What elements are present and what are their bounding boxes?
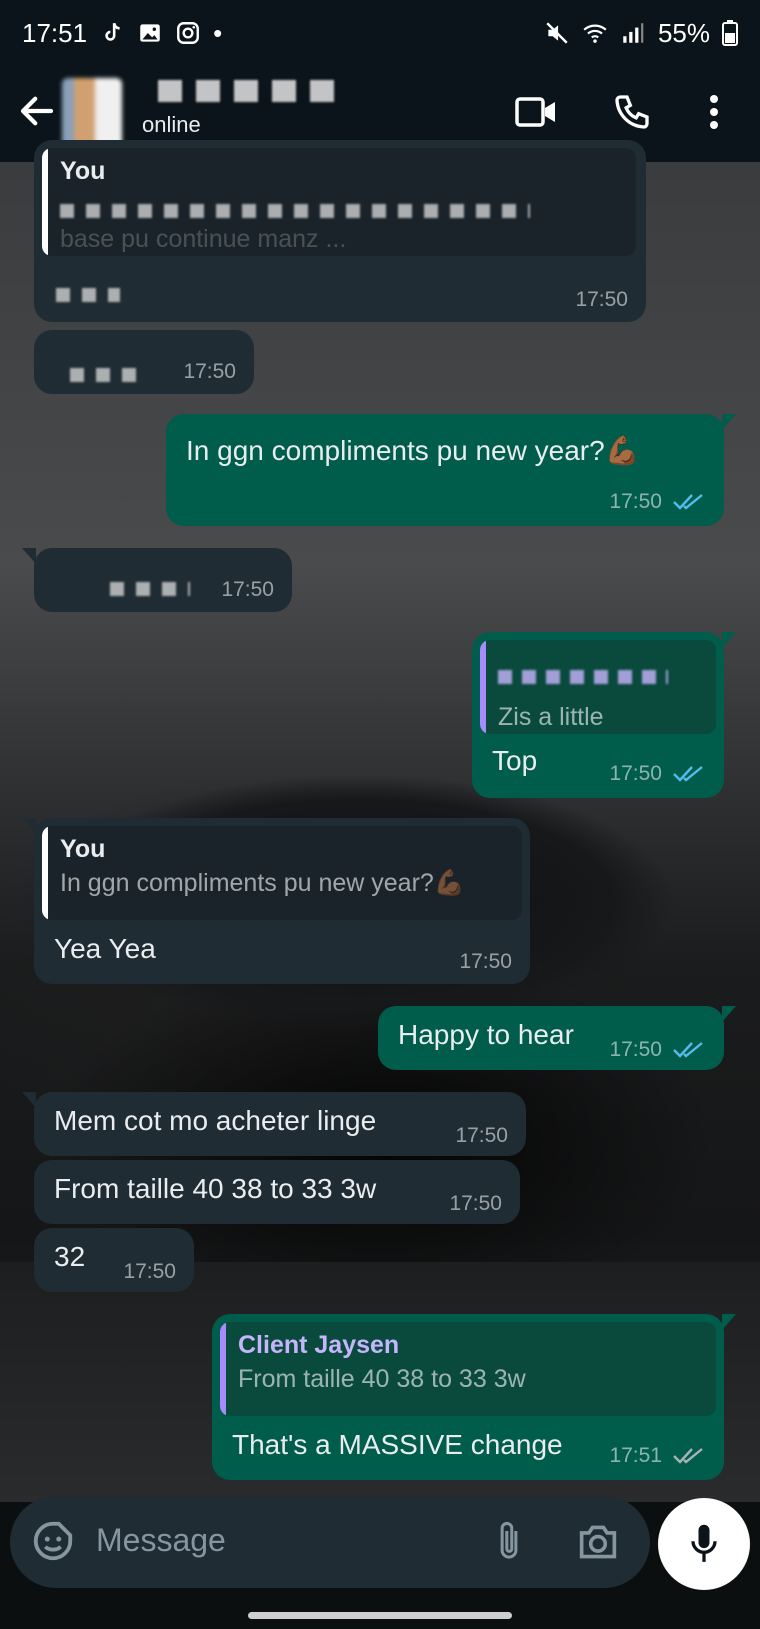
message-bubble-outgoing[interactable]: In ggn compliments pu new year?💪🏾 17:50: [166, 414, 736, 526]
gallery-icon: [140, 24, 160, 42]
message-input[interactable]: Message: [96, 1522, 226, 1559]
gesture-navigation-bar[interactable]: [248, 1612, 512, 1619]
video-camera-icon: [515, 97, 555, 127]
message-bubble-incoming[interactable]: From taille 40 38 to 33 3w 17:50: [34, 1160, 520, 1224]
quoted-text: base pu continue manz ...: [60, 224, 347, 253]
message-bubble-incoming[interactable]: 17:50: [34, 330, 254, 394]
read-receipt-icon: [673, 1042, 703, 1058]
camera-icon[interactable]: [576, 1522, 620, 1562]
read-receipt-icon: [673, 494, 703, 510]
message-time: 17:50: [575, 287, 628, 311]
quoted-text: In ggn compliments pu new year?💪🏾: [60, 869, 465, 897]
read-receipt-icon: [673, 766, 703, 782]
message-text: Happy to hear: [398, 1019, 574, 1050]
message-text: Top: [492, 745, 538, 776]
message-time: 17:51: [609, 1443, 662, 1467]
message-text: Yea Yea: [54, 933, 156, 964]
battery-icon: [722, 20, 738, 46]
message-bubble-incoming[interactable]: 32 17:50: [34, 1228, 194, 1292]
quoted-author-blurred: [498, 658, 702, 692]
message-time: 17:50: [609, 489, 662, 513]
wifi-icon: [583, 24, 607, 43]
message-time: 17:50: [609, 761, 662, 785]
emoji-sticker-icon[interactable]: [30, 1518, 76, 1564]
notification-dot: •: [213, 17, 223, 48]
message-bubble-incoming[interactable]: You In ggn compliments pu new year?💪🏾 Ye…: [22, 818, 530, 984]
message-time: 17:50: [609, 1037, 662, 1061]
message-text: That's a MASSIVE change: [232, 1429, 563, 1460]
message-text: In ggn compliments pu new year?💪🏾: [186, 435, 640, 466]
quoted-message[interactable]: Client Jaysen From taille 40 38 to 33 3w: [220, 1322, 716, 1416]
back-arrow-icon[interactable]: [16, 90, 58, 132]
contact-status: online: [142, 112, 201, 137]
message-time: 17:50: [123, 1259, 176, 1283]
attach-paperclip-icon[interactable]: [492, 1520, 526, 1564]
quoted-message[interactable]: Zis a little: [480, 640, 716, 734]
quoted-text: Zis a little: [498, 702, 604, 731]
status-time: 17:51: [22, 17, 88, 48]
message-time: 17:50: [459, 949, 512, 973]
microphone-icon: [691, 1524, 717, 1562]
phone-icon: [615, 95, 649, 129]
message-composer[interactable]: Message: [10, 1496, 650, 1588]
mute-icon: [546, 22, 568, 44]
message-time: 17:50: [221, 577, 274, 601]
more-options-button[interactable]: [690, 88, 738, 136]
message-bubble-outgoing[interactable]: Happy to hear 17:50: [378, 1006, 736, 1070]
voice-message-button[interactable]: [658, 1498, 750, 1590]
message-text: Mem cot mo acheter linge: [54, 1105, 377, 1136]
message-bubble-incoming[interactable]: 17:50: [22, 548, 292, 612]
message-time: 17:50: [449, 1191, 502, 1215]
battery-percent: 55%: [657, 17, 710, 48]
quoted-message[interactable]: You base pu continue manz ...: [42, 148, 636, 256]
message-bubble-incoming[interactable]: You base pu continue manz ... 17:50: [34, 140, 646, 322]
video-call-button[interactable]: [512, 88, 560, 136]
quoted-message[interactable]: You In ggn compliments pu new year?💪🏾: [42, 826, 522, 920]
message-text-blurred: [56, 276, 120, 310]
quoted-text: From taille 40 38 to 33 3w: [238, 1365, 526, 1393]
kebab-menu-icon: [710, 95, 718, 129]
signal-icon: [623, 23, 644, 43]
message-bubble-incoming[interactable]: Mem cot mo acheter linge 17:50: [22, 1092, 526, 1156]
delivered-receipt-icon: [673, 1448, 703, 1464]
message-bubble-outgoing[interactable]: Client Jaysen From taille 40 38 to 33 3w…: [212, 1314, 736, 1480]
quoted-text-blurred: [60, 192, 622, 226]
contact-name-blurred[interactable]: [158, 80, 348, 102]
message-text: 32: [54, 1241, 86, 1272]
message-text: From taille 40 38 to 33 3w: [54, 1173, 377, 1204]
contact-avatar-blurred[interactable]: [62, 78, 122, 148]
message-bubble-outgoing[interactable]: Zis a little Top 17:50: [472, 632, 736, 798]
instagram-icon: [177, 22, 200, 44]
quoted-author: You: [60, 157, 106, 185]
message-text-blurred: [110, 570, 190, 604]
voice-call-button[interactable]: [608, 88, 656, 136]
status-bar: 17:51 • 55%: [0, 0, 760, 66]
message-time: 17:50: [455, 1123, 508, 1147]
tiktok-icon: [105, 22, 120, 41]
message-text-blurred: [70, 356, 146, 390]
message-time: 17:50: [183, 359, 236, 383]
quoted-author: Client Jaysen: [238, 1331, 400, 1359]
quoted-author: You: [60, 835, 106, 863]
